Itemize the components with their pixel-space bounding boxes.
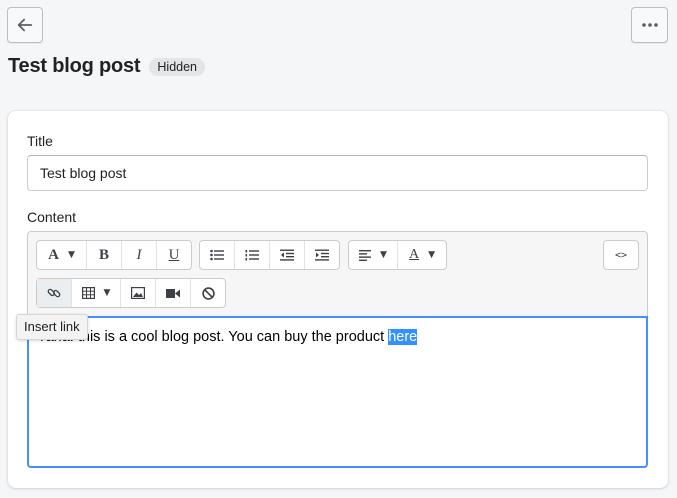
insert-link-tooltip: Insert link bbox=[16, 314, 88, 340]
editor-text[interactable]: Yaha! this is a cool blog post. You can … bbox=[37, 329, 418, 345]
image-icon bbox=[131, 287, 145, 299]
editor-text-plain: Yaha! this is a cool blog post. You can … bbox=[37, 329, 389, 345]
html-source-button[interactable]: <> bbox=[604, 241, 638, 269]
indent-button[interactable] bbox=[305, 241, 339, 269]
numbered-list-icon bbox=[245, 250, 259, 261]
chevron-down-icon: ▼ bbox=[103, 288, 111, 298]
alignment-color-group: ▼ A ▼ bbox=[348, 240, 447, 270]
text-color-icon: A bbox=[408, 247, 420, 262]
insert-video-button[interactable] bbox=[156, 279, 191, 307]
content-label: Content bbox=[27, 209, 77, 225]
italic-button[interactable]: I bbox=[122, 241, 157, 269]
underline-button[interactable]: U bbox=[157, 241, 191, 269]
title-label: Title bbox=[27, 133, 53, 149]
font-style-icon: A bbox=[48, 246, 59, 263]
underline-icon: U bbox=[168, 246, 180, 263]
editor-content-area[interactable]: Yaha! this is a cool blog post. You can … bbox=[27, 316, 648, 468]
bulleted-list-icon bbox=[210, 249, 224, 261]
text-format-group: A ▼ B I U bbox=[36, 240, 192, 270]
chevron-down-icon: ▼ bbox=[428, 250, 436, 260]
italic-icon: I bbox=[136, 246, 142, 263]
chevron-down-icon: ▼ bbox=[67, 250, 75, 260]
font-style-dropdown[interactable]: A ▼ bbox=[37, 241, 87, 269]
source-group: <> bbox=[603, 240, 639, 270]
align-dropdown[interactable]: ▼ bbox=[349, 241, 398, 269]
insert-table-dropdown[interactable]: ▼ bbox=[72, 279, 121, 307]
code-icon: <> bbox=[614, 249, 628, 261]
selected-text[interactable]: here bbox=[388, 329, 418, 345]
page-header: Test blog post Hidden bbox=[8, 55, 206, 78]
block-icon bbox=[201, 286, 215, 300]
list-group bbox=[199, 240, 340, 270]
outdent-button[interactable] bbox=[270, 241, 305, 269]
indent-icon bbox=[315, 249, 329, 261]
align-left-icon bbox=[359, 250, 372, 261]
link-icon bbox=[47, 288, 61, 298]
page-title: Test blog post bbox=[8, 55, 141, 77]
bold-icon: B bbox=[98, 246, 109, 263]
table-icon bbox=[81, 287, 95, 299]
more-actions-button[interactable] bbox=[631, 7, 668, 43]
bold-button[interactable]: B bbox=[87, 241, 122, 269]
arrow-left-icon bbox=[17, 18, 33, 32]
back-button[interactable] bbox=[7, 7, 43, 43]
horizontal-dots-icon bbox=[641, 23, 658, 27]
bulleted-list-button[interactable] bbox=[200, 241, 235, 269]
text-color-dropdown[interactable]: A ▼ bbox=[398, 241, 446, 269]
insert-group: ▼ bbox=[36, 278, 226, 308]
chevron-down-icon: ▼ bbox=[380, 250, 387, 260]
insert-link-button[interactable] bbox=[37, 279, 72, 307]
title-input[interactable] bbox=[27, 155, 648, 191]
outdent-icon bbox=[280, 249, 294, 261]
clear-formatting-button[interactable] bbox=[191, 279, 225, 307]
insert-image-button[interactable] bbox=[121, 279, 156, 307]
numbered-list-button[interactable] bbox=[235, 241, 270, 269]
status-badge: Hidden bbox=[149, 57, 206, 76]
video-icon bbox=[166, 288, 180, 298]
